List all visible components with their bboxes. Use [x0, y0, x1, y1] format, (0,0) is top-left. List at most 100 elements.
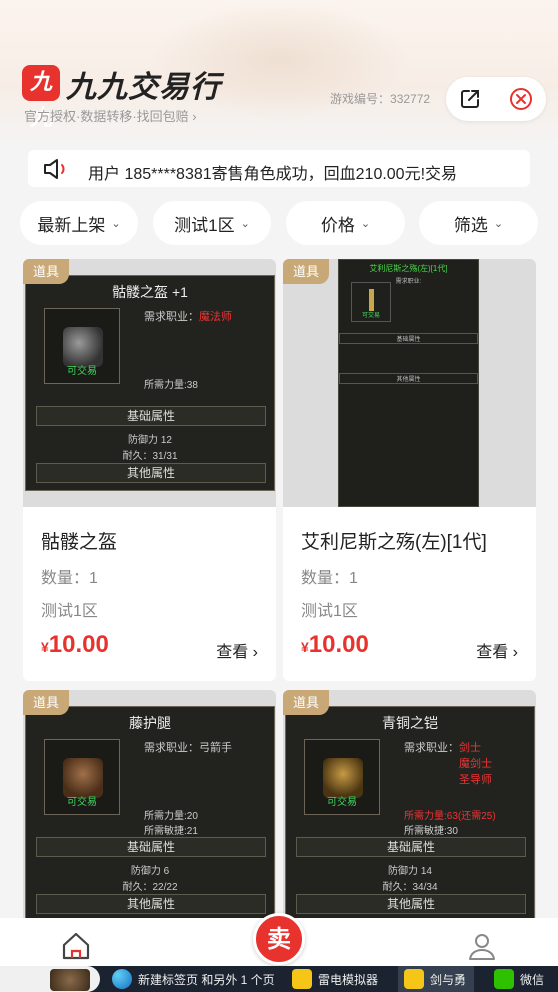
item-slot: 可交易: [304, 739, 380, 815]
speaker-icon: [44, 159, 65, 179]
defense-stat: 防御力 6: [130, 866, 170, 877]
item-tooltip-screenshot: 青铜之铠 可交易 需求职业：剑士 魔剑士 圣导师 所需力量:63(还需25) 所需…: [285, 706, 535, 922]
filter-label: 价格: [320, 215, 355, 235]
required-class-label: 需求职业：: [144, 311, 199, 323]
home-icon[interactable]: [60, 930, 92, 962]
taskbar-wechat[interactable]: 微信: [494, 966, 544, 992]
currency-symbol: ¥: [301, 639, 309, 655]
item-server: 测试1区: [41, 603, 98, 620]
filter-bar: 最新上架 ⌄ 测试1区 ⌄ 价格 ⌄ 筛选 ⌄: [20, 201, 540, 245]
view-button[interactable]: 查看 ›: [476, 638, 518, 662]
header-action-group: [446, 77, 546, 121]
sell-button[interactable]: 卖: [253, 913, 305, 965]
base-attributes-header: 基础属性: [339, 333, 478, 344]
defense-stat: 防御力 12: [128, 435, 172, 446]
item-server: 测试1区: [301, 603, 358, 620]
game-id-value: 332772: [390, 92, 431, 106]
notice-bar[interactable]: 用户 185****8381寄售角色成功，回血210.00元!交易: [28, 150, 530, 187]
filter-label: 筛选: [453, 215, 488, 235]
required-class: 需求职业：弓箭手: [144, 739, 232, 755]
base-attributes-header: 基础属性: [36, 406, 266, 426]
tradable-label: 可交易: [67, 797, 97, 808]
filter-label: 最新上架: [37, 215, 106, 235]
edge-browser-icon: [112, 969, 132, 989]
taskbar-label: 微信: [520, 972, 545, 987]
brand-name: 九九交易行: [66, 70, 221, 105]
tooltip-title: 藤护腿: [129, 715, 171, 731]
chevron-down-icon: ⌄: [240, 217, 250, 230]
taskbar-label: 雷电模拟器: [318, 972, 379, 987]
item-card[interactable]: 道具 青铜之铠 可交易 需求职业：剑士 魔剑士 圣导师 所需力量:63(还需25…: [283, 690, 536, 930]
item-thumbnail: 道具 青铜之铠 可交易 需求职业：剑士 魔剑士 圣导师 所需力量:63(还需25…: [283, 690, 536, 930]
item-card[interactable]: 道具 骷髅之盔 +1 可交易 需求职业：魔法师 所需力量:38 基础属性 防御力…: [23, 259, 276, 681]
taskbar-edge[interactable]: 新建标签页 和另外 1 个页: [112, 966, 275, 992]
game-id-label: 游戏编号：: [330, 92, 391, 106]
view-button[interactable]: 查看 ›: [216, 638, 258, 662]
item-slot: 可交易: [44, 739, 120, 815]
other-attributes-header: 其他属性: [339, 373, 478, 384]
brand-logo-icon: 九九: [22, 65, 60, 131]
taskbar-label: 新建标签页 和另外 1 个页: [138, 972, 275, 987]
price-value: 10.00: [308, 631, 369, 658]
filter-price[interactable]: 价格 ⌄: [286, 201, 405, 245]
filter-more[interactable]: 筛选 ⌄: [419, 201, 538, 245]
required-strength: 所需力量:20: [144, 811, 198, 822]
taskbar-game-thumbnail[interactable]: [0, 966, 100, 992]
item-thumbnail: 道具 艾利尼斯之殇(左)[1代] 需求职业: 可交易 基础属性 其他属性: [283, 259, 536, 507]
required-class: 需求职业：魔法师: [144, 308, 232, 324]
item-name: 艾利尼斯之殇(左)[1代]: [301, 532, 487, 553]
leggings-icon: [63, 758, 103, 798]
required-strength: 所需力量:63(还需25): [404, 811, 496, 822]
close-circle-icon[interactable]: [509, 87, 533, 111]
chevron-down-icon: ⌄: [111, 217, 121, 230]
app-header: 九九 九九交易行 官方授权·数据转移·找回包赔 › 游戏编号：332772: [0, 0, 558, 146]
chevron-down-icon: ⌄: [493, 217, 504, 230]
game-id: 游戏编号：332772: [330, 90, 430, 107]
item-name: 骷髅之盔: [41, 532, 118, 553]
required-stats: 所需力量:63(还需25) 所需敏捷:30: [404, 809, 496, 839]
armor-icon: [323, 758, 363, 798]
taskbar-ldplayer[interactable]: 雷电模拟器: [292, 966, 378, 992]
item-tooltip-screenshot: 艾利尼斯之殇(左)[1代] 需求职业: 可交易 基础属性 其他属性: [338, 259, 479, 507]
item-card[interactable]: 道具 藤护腿 可交易 需求职业：弓箭手 所需力量:20 所需敏捷:21 基础属性 …: [23, 690, 276, 930]
helmet-icon: [63, 327, 103, 367]
ldplayer-icon: [292, 969, 312, 989]
item-tooltip-screenshot: 藤护腿 可交易 需求职业：弓箭手 所需力量:20 所需敏捷:21 基础属性 防御力…: [25, 706, 275, 922]
game-thumbnail-icon: [50, 969, 90, 991]
share-icon[interactable]: [458, 87, 482, 111]
other-attributes-header: 其他属性: [36, 894, 266, 914]
notice-text: 用户 185****8381寄售角色成功，回血210.00元!交易: [88, 166, 458, 183]
item-thumbnail: 道具 藤护腿 可交易 需求职业：弓箭手 所需力量:20 所需敏捷:21 基础属性 …: [23, 690, 276, 930]
tooltip-title: 骷髅之盔 +1: [112, 284, 188, 300]
wechat-icon: [494, 969, 514, 989]
item-price: ¥10.00: [301, 631, 369, 659]
durability-stat: 耐久：22/22: [122, 882, 178, 893]
user-icon[interactable]: [466, 930, 498, 962]
filter-label: 测试1区: [174, 215, 235, 235]
item-quantity: 数量：1: [301, 570, 358, 587]
item-quantity: 数量：1: [41, 570, 98, 587]
price-value: 10.00: [48, 631, 109, 658]
base-attributes-header: 基础属性: [296, 837, 526, 857]
ldplayer-icon: [404, 969, 424, 989]
base-attributes-header: 基础属性: [36, 837, 266, 857]
required-class-value: 魔法师: [199, 311, 232, 323]
item-thumbnail: 道具 骷髅之盔 +1 可交易 需求职业：魔法师 所需力量:38 基础属性 防御力…: [23, 259, 276, 507]
item-slot: 可交易: [351, 282, 391, 322]
filter-server[interactable]: 测试1区 ⌄: [153, 201, 271, 245]
required-class: 需求职业：剑士 魔剑士 圣导师: [404, 739, 492, 787]
item-type-tag: 道具: [283, 690, 330, 715]
required-class-value: 剑士 魔剑士 圣导师: [459, 742, 492, 786]
required-stats: 所需力量:20 所需敏捷:21: [144, 809, 198, 839]
durability-stat: 耐久：31/31: [122, 451, 178, 462]
filter-sort-newest[interactable]: 最新上架 ⌄: [20, 201, 138, 245]
item-tooltip-screenshot: 骷髅之盔 +1 可交易 需求职业：魔法师 所需力量:38 基础属性 防御力 12…: [25, 275, 275, 491]
tradable-label: 可交易: [327, 797, 357, 808]
defense-stat: 防御力 14: [388, 866, 432, 877]
brand-subtitle[interactable]: 官方授权·数据转移·找回包赔 ›: [24, 106, 197, 125]
taskbar-game-window[interactable]: 剑与勇: [398, 966, 475, 992]
item-card[interactable]: 道具 艾利尼斯之殇(左)[1代] 需求职业: 可交易 基础属性 其他属性 艾利尼…: [283, 259, 536, 681]
item-type-tag: 道具: [23, 259, 70, 284]
tradable-label: 可交易: [67, 366, 97, 377]
shield-icon: [369, 289, 374, 311]
